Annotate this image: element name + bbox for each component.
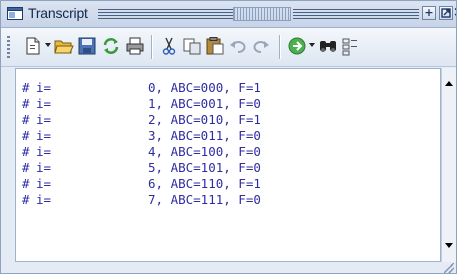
transcript-line: # i= 2, ABC=010, F=1 — [22, 112, 261, 127]
paste-icon[interactable] — [205, 36, 225, 56]
dock-icon[interactable]: + — [422, 6, 436, 20]
scroll-up-arrow-icon[interactable] — [443, 78, 455, 90]
scroll-down-arrow-icon[interactable] — [443, 240, 455, 252]
undo-icon[interactable] — [228, 36, 248, 56]
line-marker: # — [22, 128, 30, 143]
toolbar-separator — [151, 35, 152, 59]
title-drag-handle[interactable] — [233, 7, 291, 21]
new-document-dropdown[interactable] — [45, 43, 51, 47]
undock-glyph-icon — [441, 8, 451, 18]
undock-icon[interactable] — [439, 6, 453, 20]
transcript-line: # i= 0, ABC=000, F=1 — [22, 80, 261, 95]
transcript-line: # i= 7, ABC=111, F=0 — [22, 192, 261, 207]
line-marker: # — [22, 80, 30, 95]
save-icon[interactable] — [77, 36, 97, 56]
line-marker: # — [22, 176, 30, 191]
go-icon[interactable] — [287, 36, 307, 56]
window-bottom-edge — [1, 262, 456, 273]
toolbar — [1, 28, 456, 67]
transcript-window-icon — [7, 7, 23, 20]
transcript-content[interactable]: # i= 0, ABC=000, F=1 # i= 1, ABC=001, F=0 # i= 2… — [15, 68, 441, 262]
refresh-icon[interactable] — [101, 36, 121, 56]
go-dropdown[interactable] — [309, 43, 315, 47]
transcript-line: # i= 1, ABC=001, F=0 — [22, 96, 261, 111]
cut-icon[interactable] — [159, 36, 179, 56]
line-label: i= — [36, 128, 52, 143]
title-grip-left — [98, 9, 233, 19]
line-marker: # — [22, 160, 30, 175]
window-title: Transcript — [28, 5, 88, 21]
line-label: i= — [36, 112, 52, 127]
redo-icon[interactable] — [251, 36, 271, 56]
print-icon[interactable] — [125, 36, 145, 56]
line-marker: # — [22, 192, 30, 207]
transcript-lines: # i= 0, ABC=000, F=1 # i= 1, ABC=001, F=0 # i= 2… — [22, 80, 261, 208]
line-label: i= — [36, 144, 52, 159]
title-bar[interactable]: Transcript + × — [1, 1, 456, 28]
transcript-line: # i= 4, ABC=100, F=0 — [22, 144, 261, 159]
transcript-window: Transcript + × — [0, 0, 457, 274]
line-label: i= — [36, 96, 52, 111]
line-label: i= — [36, 192, 52, 207]
open-folder-icon[interactable] — [54, 36, 74, 56]
transcript-line: # i= 5, ABC=101, F=0 — [22, 160, 261, 175]
transcript-line: # i= 6, ABC=110, F=1 — [22, 176, 261, 191]
line-marker: # — [22, 112, 30, 127]
close-icon[interactable]: × — [453, 5, 456, 20]
line-marker: # — [22, 144, 30, 159]
line-label: i= — [36, 176, 52, 191]
toolbar-separator — [279, 35, 280, 59]
resize-grip-icon[interactable] — [444, 263, 454, 273]
transcript-line: # i= 3, ABC=011, F=0 — [22, 128, 261, 143]
toolbar-grip[interactable] — [7, 36, 10, 58]
find-icon[interactable] — [318, 36, 338, 56]
title-grip-right — [293, 9, 419, 19]
more-icon[interactable] — [341, 36, 361, 56]
line-label: i= — [36, 80, 52, 95]
new-document-icon[interactable] — [23, 36, 43, 56]
line-marker: # — [22, 96, 30, 111]
copy-icon[interactable] — [182, 36, 202, 56]
vertical-scrollbar[interactable] — [441, 68, 456, 262]
line-label: i= — [36, 160, 52, 175]
